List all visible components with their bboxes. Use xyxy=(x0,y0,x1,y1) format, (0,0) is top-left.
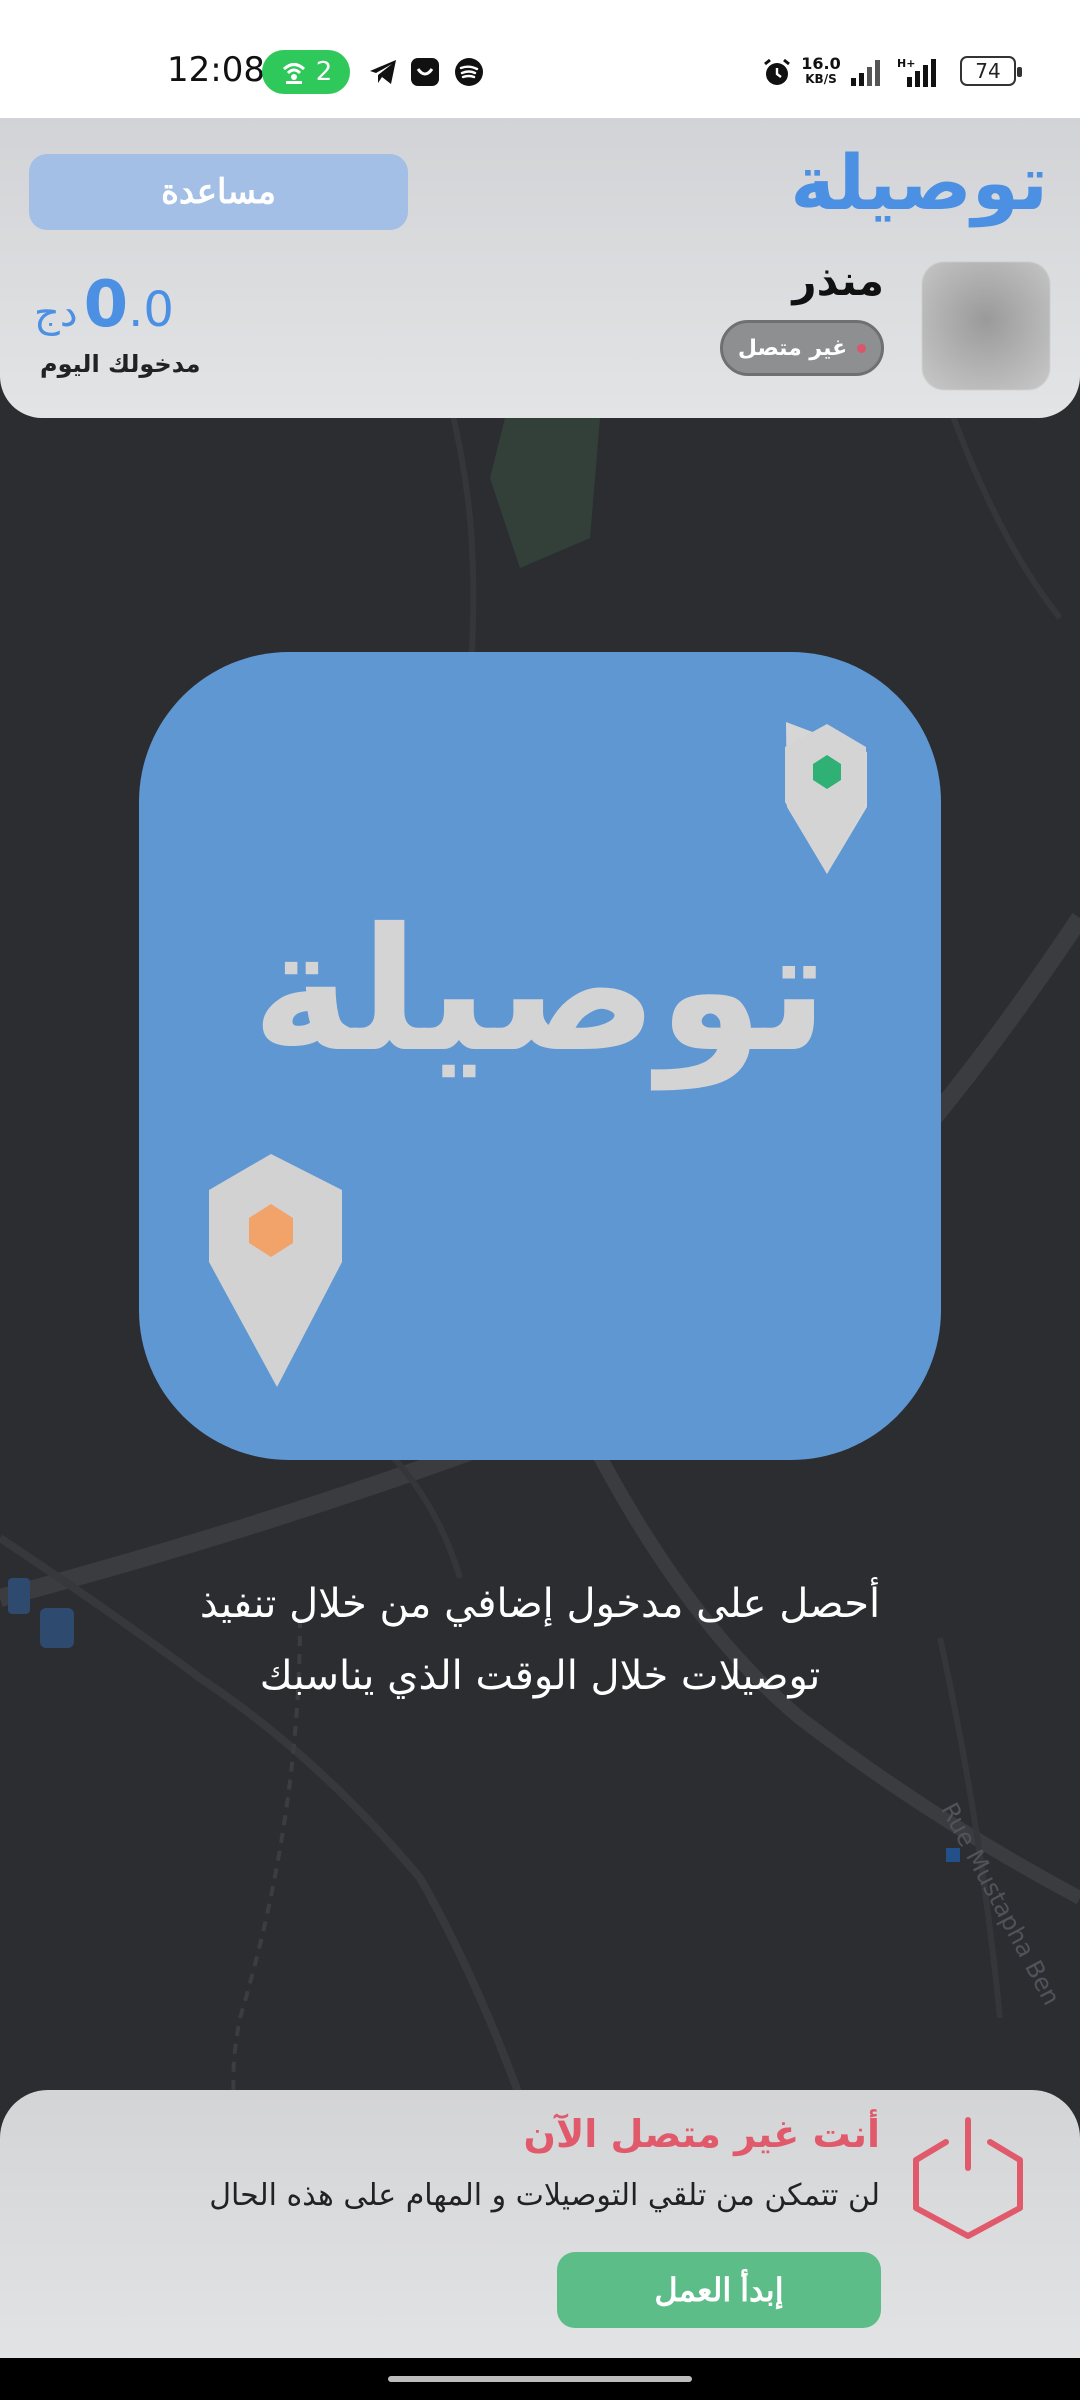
signal-h-plus-icon: H+ xyxy=(896,55,942,89)
navigation-bar xyxy=(0,2358,1080,2400)
header-card: توصيلة مساعدة منذر غير متصل دج 0 .0 مدخو… xyxy=(0,118,1080,418)
svg-text:H+: H+ xyxy=(897,57,915,70)
status-badge-label: غير متصل xyxy=(737,335,848,361)
power-icon xyxy=(913,2117,1023,2239)
status-bar: 12:08 2 16.0 KB/S H+ 74 xyxy=(0,0,1080,118)
status-time: 12:08 xyxy=(167,50,265,90)
wifi-hotspot-icon xyxy=(282,63,305,84)
tagline: أحصل على مدخول إضافي من خلال تنفيذ توصيل… xyxy=(60,1568,1020,1712)
net-speed-unit: KB/S xyxy=(805,72,837,86)
offline-panel: أنت غير متصل الآن لن تتمكن من تلقي التوص… xyxy=(0,2090,1080,2358)
hotspot-count: 2 xyxy=(315,57,333,87)
logo-text: توصيلة xyxy=(251,892,833,1090)
battery-indicator: 74 xyxy=(960,56,1022,86)
app-logo: توصيلة xyxy=(139,652,941,1460)
map-pin-orange-icon xyxy=(209,1154,342,1387)
earnings-currency: دج xyxy=(34,290,78,336)
home-indicator[interactable] xyxy=(388,2376,692,2382)
earnings-integer: 0 xyxy=(83,268,129,342)
start-work-button[interactable]: إبدأ العمل xyxy=(557,2252,881,2328)
net-speed-value: 16.0 xyxy=(801,54,841,73)
tagline-line-1: أحصل على مدخول إضافي من خلال تنفيذ xyxy=(199,1581,881,1627)
signal-icon xyxy=(848,55,884,89)
avatar[interactable] xyxy=(922,262,1050,390)
app-title: توصيلة xyxy=(790,138,1048,227)
smile-app-icon xyxy=(408,55,442,89)
offline-title: أنت غير متصل الآن xyxy=(523,2112,880,2156)
spotify-icon xyxy=(452,55,486,89)
help-button[interactable]: مساعدة xyxy=(29,154,408,230)
status-badge[interactable]: غير متصل xyxy=(720,320,884,376)
earnings-decimal: .0 xyxy=(128,282,174,338)
status-dot-icon xyxy=(857,343,867,353)
earnings-label: مدخولك اليوم xyxy=(40,350,201,378)
alarm-icon xyxy=(760,55,794,89)
offline-description: لن تتمكن من تلقي التوصيلات و المهام على … xyxy=(209,2178,880,2213)
hotspot-pill: 2 xyxy=(262,50,350,94)
battery-level: 74 xyxy=(975,59,1001,83)
telegram-icon xyxy=(366,55,400,89)
user-name: منذر xyxy=(792,256,884,305)
map-pin-green-icon xyxy=(785,722,867,874)
earnings-amount: دج 0 .0 xyxy=(34,268,174,342)
tagline-line-2: توصيلات خلال الوقت الذي يناسبك xyxy=(259,1653,821,1699)
